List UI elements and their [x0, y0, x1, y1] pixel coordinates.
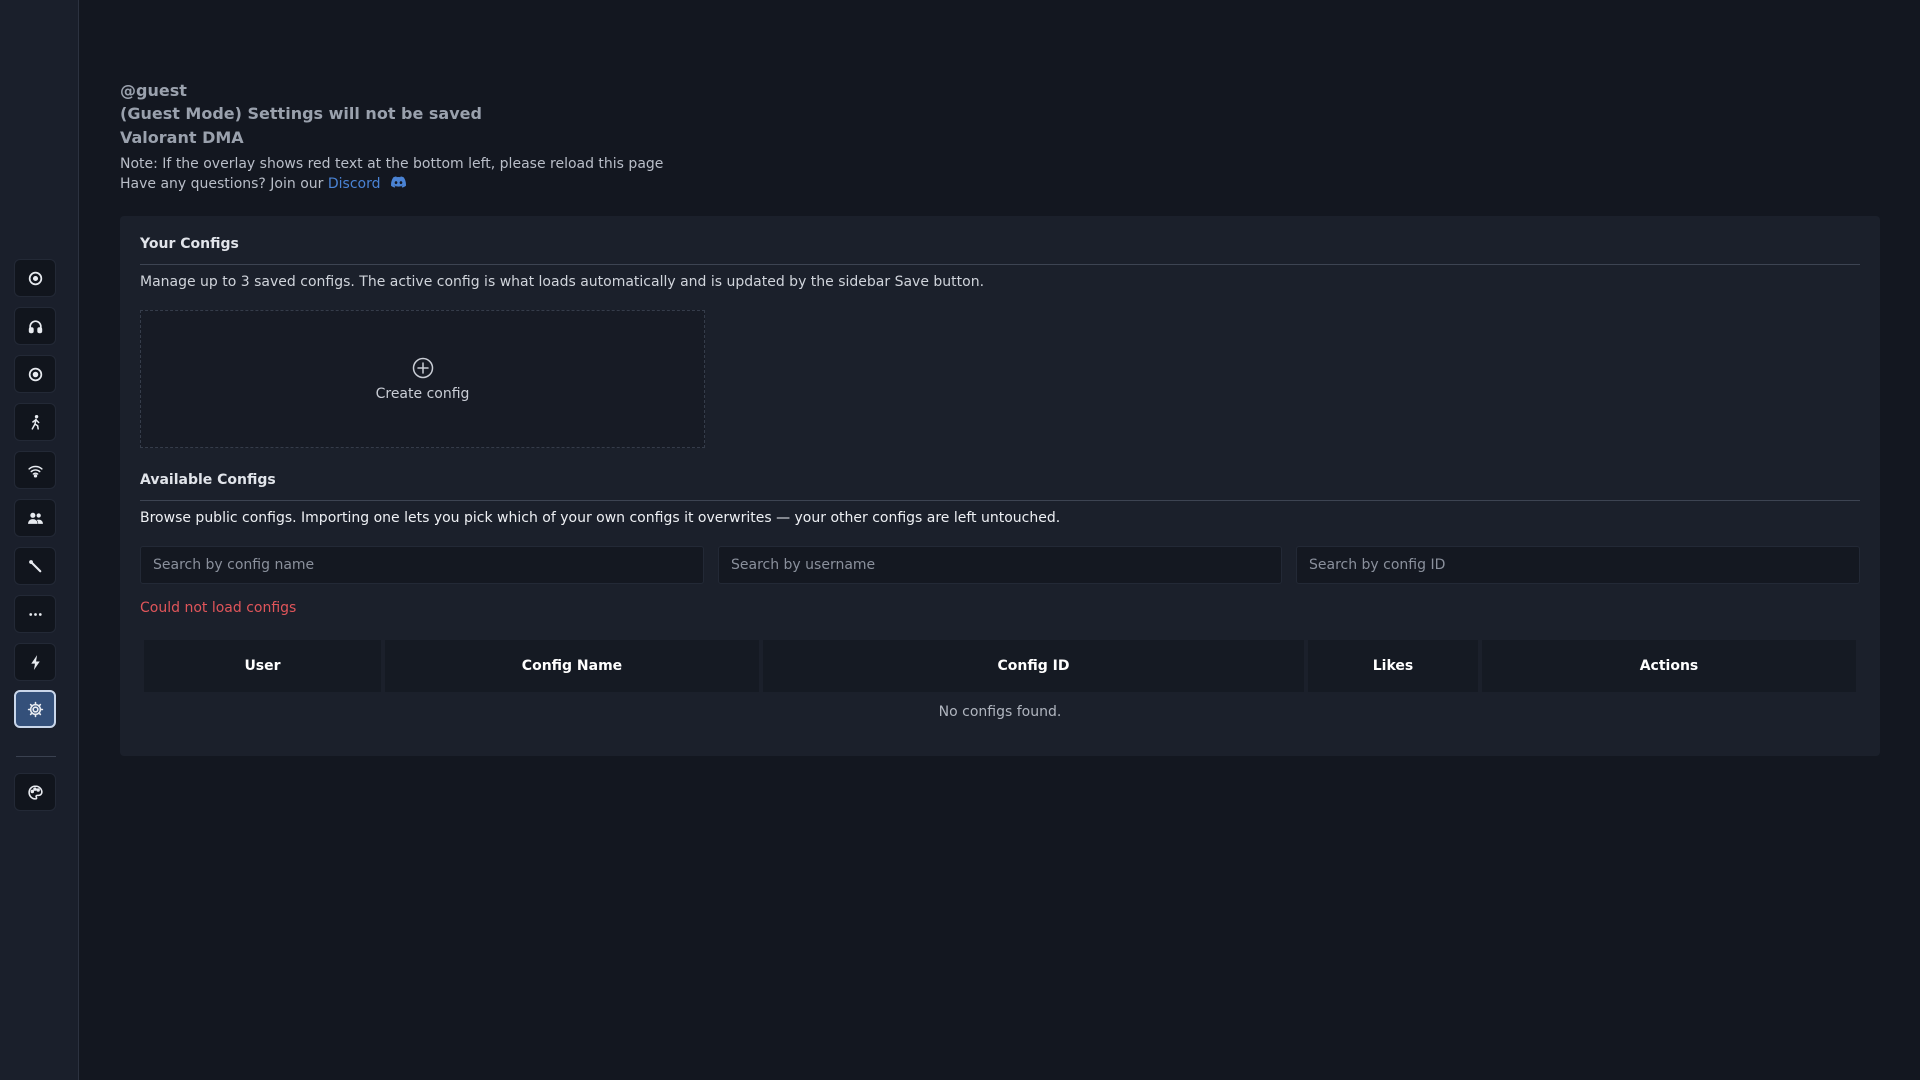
sidebar — [0, 0, 79, 1080]
plus-circle-icon — [412, 357, 433, 379]
search-username-input[interactable] — [718, 546, 1282, 584]
available-configs-divider — [140, 500, 1860, 501]
person-walking-icon — [31, 414, 39, 430]
sidebar-item-settings[interactable] — [14, 690, 56, 728]
wrench-icon — [28, 559, 41, 572]
create-config-label: Create config — [375, 386, 470, 402]
discord-link[interactable]: Discord — [328, 176, 381, 192]
username: @guest — [120, 81, 187, 100]
ellipsis-icon — [28, 612, 42, 616]
help-line: Have any questions? Join our Discord — [120, 174, 663, 194]
users-icon — [27, 512, 43, 524]
sidebar-item-theme[interactable] — [14, 773, 56, 811]
sidebar-item-target[interactable] — [14, 355, 56, 393]
column-header-config-name[interactable]: Config Name — [385, 640, 759, 692]
column-header-user[interactable]: User — [144, 640, 381, 692]
headphones-icon — [28, 319, 42, 333]
crosshair-icon — [28, 271, 42, 285]
sidebar-divider — [16, 756, 56, 757]
guest-mode-notice: (Guest Mode) Settings will not be saved — [120, 104, 482, 123]
column-header-config-id[interactable]: Config ID — [763, 640, 1304, 692]
help-prefix: Have any questions? Join our — [120, 176, 324, 192]
sidebar-item-tools[interactable] — [14, 547, 56, 585]
discord-icon[interactable] — [390, 174, 406, 194]
search-config-id-input[interactable] — [1296, 546, 1860, 584]
sidebar-item-headphones[interactable] — [14, 307, 56, 345]
empty-table-message: No configs found. — [938, 704, 1062, 720]
search-config-name-input[interactable] — [140, 546, 704, 584]
create-config-button[interactable]: Create config — [140, 310, 705, 448]
sidebar-item-boost[interactable] — [14, 643, 56, 681]
error-message: Could not load configs — [140, 600, 297, 616]
product-title: Valorant DMA — [120, 128, 244, 147]
wifi-icon — [27, 465, 43, 478]
sidebar-item-movement[interactable] — [14, 403, 56, 441]
gear-icon — [27, 701, 43, 717]
overlay-note: Note: If the overlay shows red text at t… — [120, 156, 664, 172]
available-configs-description: Browse public configs. Importing one let… — [140, 510, 1061, 526]
sidebar-item-players[interactable] — [14, 499, 56, 537]
your-configs-divider — [140, 264, 1860, 265]
target-icon — [28, 367, 42, 381]
your-configs-title: Your Configs — [140, 236, 239, 252]
column-header-likes[interactable]: Likes — [1308, 640, 1478, 692]
column-header-actions[interactable]: Actions — [1482, 640, 1856, 692]
configs-panel: Your Configs Manage up to 3 saved config… — [120, 216, 1880, 756]
palette-icon — [27, 784, 43, 800]
sidebar-item-network[interactable] — [14, 451, 56, 489]
sidebar-item-crosshair[interactable] — [14, 259, 56, 297]
page-header: @guest (Guest Mode) Settings will not be… — [120, 80, 663, 194]
available-configs-title: Available Configs — [140, 472, 276, 488]
your-configs-description: Manage up to 3 saved configs. The active… — [140, 274, 985, 290]
lightning-icon — [30, 654, 40, 670]
sidebar-item-more[interactable] — [14, 595, 56, 633]
